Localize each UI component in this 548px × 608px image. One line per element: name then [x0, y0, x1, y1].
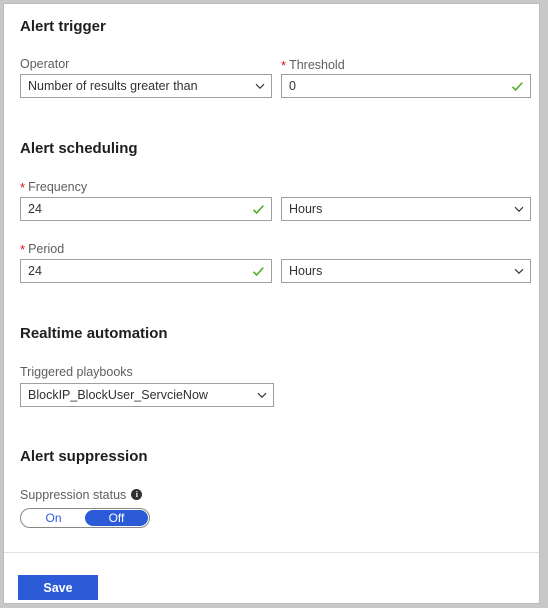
period-label: * Period	[20, 241, 65, 257]
section-title-realtime-automation: Realtime automation	[20, 325, 168, 342]
screen-root: Alert trigger Operator Number of results…	[0, 0, 548, 608]
period-value: 24	[28, 264, 42, 278]
toggle-option-off[interactable]: Off	[85, 510, 148, 526]
frequency-input[interactable]: 24	[20, 197, 272, 221]
checkmark-icon	[247, 260, 269, 282]
period-unit-value: Hours	[289, 264, 323, 278]
chevron-down-icon	[508, 198, 530, 220]
section-title-alert-trigger: Alert trigger	[20, 18, 106, 35]
period-label-text: Period	[28, 242, 65, 256]
threshold-label-text: Threshold	[289, 58, 345, 72]
period-unit-dropdown[interactable]: Hours	[281, 259, 531, 283]
operator-label-text: Operator	[20, 57, 70, 71]
triggered-playbooks-dropdown[interactable]: BlockIP_BlockUser_ServcieNow	[20, 383, 274, 407]
operator-dropdown[interactable]: Number of results greater than	[20, 74, 272, 98]
operator-label: Operator	[20, 57, 69, 71]
frequency-label-text: Frequency	[28, 180, 88, 194]
save-button[interactable]: Save	[18, 575, 98, 600]
frequency-unit-value: Hours	[289, 202, 323, 216]
frequency-label: * Frequency	[20, 179, 88, 195]
suppression-status-toggle[interactable]: On Off	[20, 508, 150, 528]
period-input[interactable]: 24	[20, 259, 272, 283]
footer-divider	[4, 552, 539, 553]
threshold-value: 0	[289, 79, 296, 93]
operator-value: Number of results greater than	[28, 79, 198, 93]
chevron-down-icon	[249, 75, 271, 97]
checkmark-icon	[247, 198, 269, 220]
required-marker: *	[281, 58, 287, 73]
form-content: Alert trigger Operator Number of results…	[4, 4, 539, 547]
required-marker: *	[20, 180, 26, 195]
section-title-alert-suppression: Alert suppression	[20, 448, 148, 465]
suppression-status-label-text: Suppression status	[20, 488, 127, 502]
frequency-unit-dropdown[interactable]: Hours	[281, 197, 531, 221]
settings-card: Alert trigger Operator Number of results…	[3, 3, 540, 604]
checkmark-icon	[506, 75, 528, 97]
info-icon[interactable]: i	[131, 489, 143, 501]
chevron-down-icon	[508, 260, 530, 282]
chevron-down-icon	[251, 384, 273, 406]
suppression-status-label: Suppression status i	[20, 488, 143, 502]
threshold-label: * Threshold	[281, 57, 345, 73]
threshold-input[interactable]: 0	[281, 74, 531, 98]
frequency-value: 24	[28, 202, 42, 216]
section-title-alert-scheduling: Alert scheduling	[20, 140, 138, 157]
triggered-playbooks-value: BlockIP_BlockUser_ServcieNow	[28, 388, 208, 402]
triggered-playbooks-label: Triggered playbooks	[20, 365, 133, 379]
triggered-playbooks-label-text: Triggered playbooks	[20, 365, 133, 379]
toggle-option-on[interactable]: On	[22, 510, 85, 526]
required-marker: *	[20, 242, 26, 257]
